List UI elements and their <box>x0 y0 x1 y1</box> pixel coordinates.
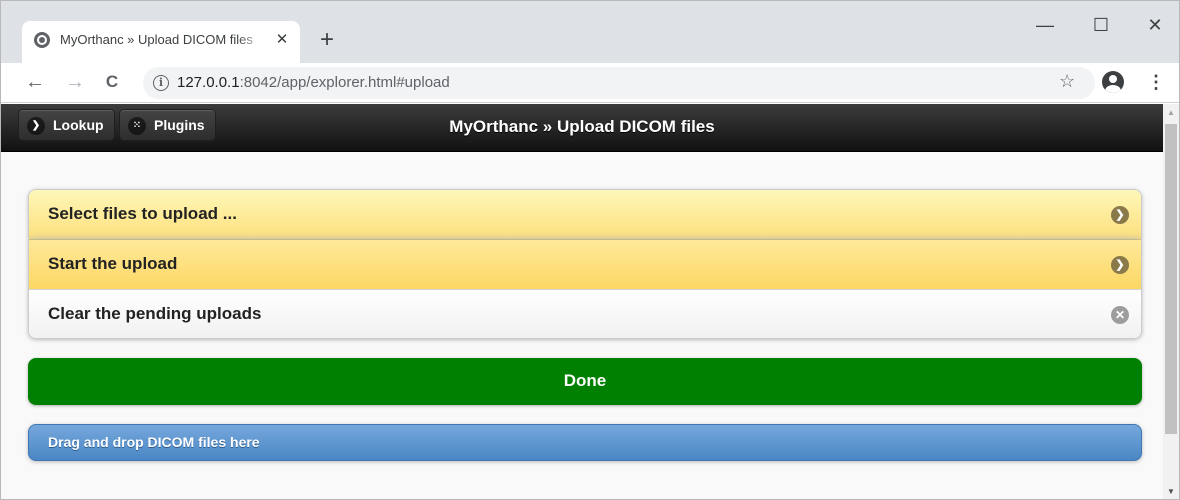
url-path: :8042/app/explorer.html#upload <box>239 74 450 91</box>
browser-tab[interactable]: MyOrthanc » Upload DICOM files ✕ <box>22 21 300 63</box>
start-upload-button[interactable]: Start the upload ❯ <box>29 240 1141 290</box>
browser-window: MyOrthanc » Upload DICOM files ✕ + — ☐ ✕… <box>0 0 1180 500</box>
delete-icon: ✕ <box>1111 306 1129 324</box>
lookup-button[interactable]: ❯ Lookup <box>18 109 115 141</box>
tab-strip: MyOrthanc » Upload DICOM files ✕ + — ☐ ✕ <box>1 1 1179 63</box>
address-bar[interactable]: i 127.0.0.1:8042/app/explorer.html#uploa… <box>143 67 1095 99</box>
clear-pending-label: Clear the pending uploads <box>48 304 262 323</box>
plugins-button[interactable]: ⁙ Plugins <box>119 109 216 141</box>
back-button[interactable]: ← <box>22 69 48 95</box>
profile-icon[interactable] <box>1102 71 1124 93</box>
lookup-label: Lookup <box>53 117 104 133</box>
chevron-right-icon: ❯ <box>1111 256 1129 274</box>
star-icon[interactable]: ☆ <box>1059 71 1075 92</box>
reload-button[interactable]: C <box>99 69 125 95</box>
dicom-drop-zone[interactable]: Drag and drop DICOM files here <box>28 424 1142 461</box>
clear-pending-button[interactable]: Clear the pending uploads ✕ <box>29 290 1141 338</box>
info-icon[interactable]: i <box>153 75 169 91</box>
url-text: 127.0.0.1:8042/app/explorer.html#upload <box>177 74 450 91</box>
browser-toolbar: ← → C i 127.0.0.1:8042/app/explorer.html… <box>1 63 1179 103</box>
minimize-button[interactable]: — <box>1027 11 1063 41</box>
page-viewport: ❯ Lookup ⁙ Plugins MyOrthanc » Upload DI… <box>1 104 1163 499</box>
start-upload-label: Start the upload <box>48 254 178 273</box>
page-header: ❯ Lookup ⁙ Plugins MyOrthanc » Upload DI… <box>1 104 1163 152</box>
tab-title: MyOrthanc » Upload DICOM files <box>60 32 253 47</box>
plugins-label: Plugins <box>154 117 205 133</box>
globe-icon <box>34 32 50 48</box>
forward-button[interactable]: → <box>62 69 88 95</box>
kebab-menu-icon[interactable]: ⋮ <box>1147 70 1165 94</box>
chevron-right-icon: ❯ <box>27 117 45 135</box>
page-scrollbar[interactable]: ▲ ▼ <box>1163 104 1179 499</box>
scroll-down-icon[interactable]: ▼ <box>1163 487 1179 499</box>
close-tab-icon[interactable]: ✕ <box>272 30 292 50</box>
chevron-right-icon: ❯ <box>1111 206 1129 224</box>
select-files-label: Select files to upload ... <box>48 204 237 223</box>
upload-actions-list: Select files to upload ... ❯ Start the u… <box>28 189 1142 339</box>
select-files-button[interactable]: Select files to upload ... ❯ <box>29 190 1141 240</box>
scroll-up-icon[interactable]: ▲ <box>1163 108 1179 120</box>
done-button[interactable]: Done <box>28 358 1142 405</box>
new-tab-button[interactable]: + <box>313 27 341 55</box>
url-host: 127.0.0.1 <box>177 74 240 91</box>
scrollbar-thumb[interactable] <box>1165 124 1177 434</box>
maximize-button[interactable]: ☐ <box>1083 11 1119 41</box>
close-window-button[interactable]: ✕ <box>1137 11 1173 41</box>
grid-icon: ⁙ <box>128 117 146 135</box>
